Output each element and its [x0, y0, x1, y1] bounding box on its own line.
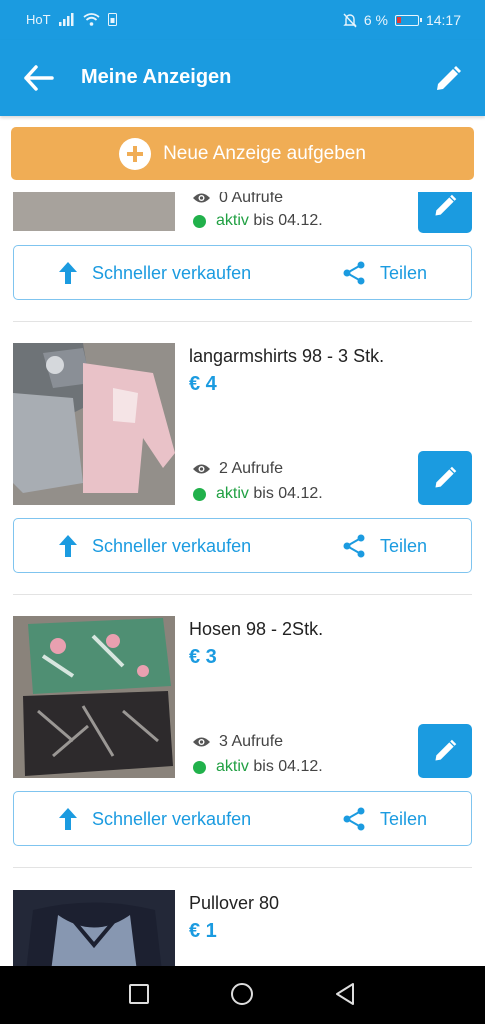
battery-icon — [394, 14, 422, 26]
pencil-icon — [435, 194, 457, 216]
share-label: Teilen — [380, 262, 428, 283]
new-ad-label: Neue Anzeige aufgeben — [163, 142, 366, 164]
listing-price: € 3 — [189, 646, 217, 668]
status-dot — [193, 760, 206, 774]
listing-list[interactable]: 0 Aufrufe aktiv bis 04.12. Schneller ver… — [0, 116, 485, 966]
wifi-icon — [83, 13, 100, 26]
sim-icon — [107, 13, 117, 26]
status-bar: HoT 6 % 14:17 — [0, 0, 485, 40]
share-icon — [343, 261, 365, 285]
listing-photo[interactable] — [13, 616, 175, 778]
divider — [13, 594, 472, 595]
listing-photo[interactable] — [13, 343, 175, 505]
views-label: 2 Aufrufe — [219, 460, 284, 477]
new-ad-container: Neue Anzeige aufgeben — [0, 116, 485, 192]
eye-icon — [193, 737, 210, 747]
listing-actions: Schneller verkaufen Teilen — [13, 245, 472, 300]
status-dot — [193, 487, 206, 501]
share-button[interactable]: Teilen — [342, 534, 427, 558]
share-label: Teilen — [380, 535, 428, 556]
carrier-label: HoT — [26, 12, 51, 27]
battery-percent: 6 % — [363, 12, 388, 28]
system-nav-bar — [0, 966, 485, 1024]
sell-faster-button[interactable]: Schneller verkaufen — [58, 534, 251, 558]
share-icon — [343, 534, 365, 558]
eye-icon — [193, 193, 210, 203]
edit-listing-button[interactable] — [418, 451, 472, 505]
app-bar: Meine Anzeigen — [0, 40, 485, 116]
listing-price: € 4 — [189, 373, 217, 395]
listing-actions: Schneller verkaufen Teilen — [13, 518, 472, 573]
share-button[interactable]: Teilen — [342, 261, 427, 285]
status-until: bis 04.12. — [253, 212, 323, 229]
signal-icon — [58, 13, 74, 26]
listing-title[interactable]: Pullover 80 — [189, 893, 279, 914]
sell-faster-button[interactable]: Schneller verkaufen — [58, 261, 251, 285]
listing-actions: Schneller verkaufen Teilen — [13, 791, 472, 846]
view-count: 2 Aufrufe — [192, 460, 283, 478]
listing-photo[interactable] — [13, 890, 175, 966]
share-label: Teilen — [380, 808, 428, 829]
arrow-up-icon — [59, 535, 77, 557]
home-icon[interactable] — [231, 983, 253, 1005]
page-title: Meine Anzeigen — [81, 66, 232, 88]
share-icon — [343, 807, 365, 831]
listing-title[interactable]: langarmshirts 98 - 3 Stk. — [189, 346, 384, 367]
status-active: aktiv — [216, 485, 249, 502]
plus-circle-icon — [119, 137, 152, 170]
pencil-icon[interactable] — [433, 64, 463, 94]
status-active: aktiv — [216, 758, 249, 775]
view-count: 3 Aufrufe — [192, 733, 283, 751]
arrow-up-icon — [59, 262, 77, 284]
divider — [13, 321, 472, 322]
listing-status: aktiv bis 04.12. — [193, 758, 323, 776]
share-button[interactable]: Teilen — [342, 807, 427, 831]
status-until: bis 04.12. — [253, 758, 323, 775]
listing-status: aktiv bis 04.12. — [193, 212, 323, 230]
status-until: bis 04.12. — [253, 485, 323, 502]
eye-icon — [193, 464, 210, 474]
clock: 14:17 — [425, 12, 461, 28]
recent-apps-icon[interactable] — [129, 984, 149, 1004]
sell-faster-label: Schneller verkaufen — [92, 535, 252, 556]
views-label: 3 Aufrufe — [219, 733, 284, 750]
divider — [13, 867, 472, 868]
status-dot — [193, 214, 206, 228]
pencil-icon — [435, 739, 457, 761]
sell-faster-label: Schneller verkaufen — [92, 808, 252, 829]
listing-price: € 1 — [189, 920, 217, 942]
sell-faster-label: Schneller verkaufen — [92, 262, 252, 283]
sell-faster-button[interactable]: Schneller verkaufen — [58, 807, 251, 831]
new-ad-button[interactable]: Neue Anzeige aufgeben — [11, 127, 474, 180]
arrow-left-icon[interactable] — [22, 64, 54, 92]
arrow-up-icon — [59, 808, 77, 830]
edit-listing-button[interactable] — [418, 724, 472, 778]
listing-title[interactable]: Hosen 98 - 2Stk. — [189, 619, 323, 640]
pencil-icon — [435, 466, 457, 488]
back-triangle-icon[interactable] — [334, 982, 356, 1006]
listing-status: aktiv bis 04.12. — [193, 485, 323, 503]
bell-off-icon — [343, 13, 357, 27]
status-active: aktiv — [216, 212, 249, 229]
